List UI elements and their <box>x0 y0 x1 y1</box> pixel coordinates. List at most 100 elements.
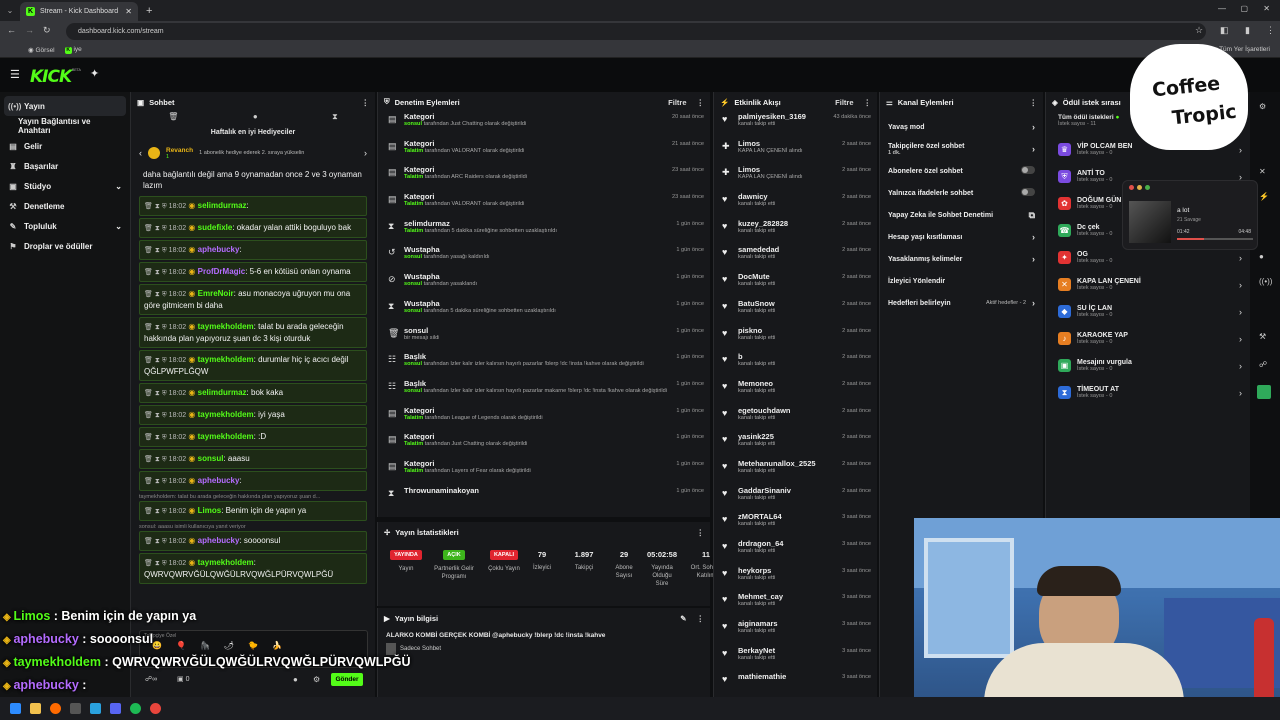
channel-action-row[interactable]: Hesap yaşı kısıtlaması › <box>880 226 1043 248</box>
chevron-right-icon[interactable]: › <box>1032 122 1035 132</box>
moderation-row[interactable]: ☷ Başlık sonsul tarafından İzler kalır izl… <box>378 352 710 379</box>
pin-icon[interactable]: ✦ <box>90 67 99 80</box>
activity-row[interactable]: ♥ aiginamars kanalı takip etti 3 saat önce <box>714 619 877 646</box>
mod-actions-icon[interactable]: 🗑 ⧗ ⛨ <box>144 390 169 397</box>
tab-menu-icon[interactable]: ⌄ <box>0 6 20 15</box>
filter-button[interactable]: Filtre <box>835 98 853 107</box>
message-username[interactable]: taymekholdem <box>198 410 254 419</box>
moderation-row[interactable]: ⧗ Wustapha sonsul tarafından 5 dakika süre… <box>378 299 710 326</box>
mod-actions-icon[interactable]: 🗑 ⧗ ⛨ <box>144 538 169 545</box>
sidebar-item-studyo[interactable]: ▣ Stüdyo ⌄ <box>0 176 130 196</box>
activity-row[interactable]: ♥ zMORTAL64 kanalı takip etti 3 saat önce <box>714 512 877 539</box>
message-username[interactable]: sudefixle <box>198 223 233 232</box>
chevron-right-icon[interactable]: › <box>1239 145 1242 155</box>
moderation-row[interactable]: ▤ Kategori Talatim tarafından League of Le… <box>378 406 710 433</box>
activity-row[interactable]: ♥ samededad kanalı takip etti 2 saat önce <box>714 245 877 272</box>
moderation-row[interactable]: ⧗ Throwunaminakoyan 1 gün önce <box>378 486 710 513</box>
mod-actions-icon[interactable]: 🗑 ⧗ ⛨ <box>144 456 169 463</box>
bookmark-item-gorsel[interactable]: ◉ Görsel <box>28 46 55 54</box>
new-tab-icon[interactable]: + <box>146 5 152 17</box>
moderation-row[interactable]: ▤ Kategori Talatim tarafından VALORANT ola… <box>378 192 710 219</box>
activity-row[interactable]: ♥ yasink225 kanalı takip etti 2 saat önce <box>714 432 877 459</box>
mod-actions-icon[interactable]: 🗑 ⧗ ⛨ <box>144 269 169 276</box>
moderation-row[interactable]: ↺ Wustapha sonsul tarafından yasağı kaldır… <box>378 245 710 272</box>
bookmark-item-iye[interactable]: K iye <box>64 46 82 54</box>
channel-action-row[interactable]: Yalnızca ifadelerle sohbet <box>880 182 1043 204</box>
chevron-right-icon[interactable]: › <box>1239 388 1242 398</box>
chevron-right-icon[interactable]: › <box>1239 334 1242 344</box>
back-icon[interactable]: ← <box>7 25 16 35</box>
chevron-left-icon[interactable]: ‹ <box>139 148 142 158</box>
mod-actions-icon[interactable]: 🗑 ⧗ ⛨ <box>144 478 169 485</box>
sidebar-item-denetleme[interactable]: ⚒ Denetleme <box>0 196 130 216</box>
chevron-right-icon[interactable]: › <box>1032 232 1035 242</box>
channel-action-row[interactable]: Hedefleri belirleyin Aktif hedefler - 2 › <box>880 292 1043 314</box>
message-username[interactable]: ProfDrMagic <box>198 267 246 276</box>
chat-message[interactable]: daha bağlantılı değil ama 9 oynamadan on… <box>139 166 367 194</box>
chevron-right-icon[interactable]: › <box>1239 253 1242 263</box>
channel-action-row[interactable]: Abonelere özel sohbet <box>880 160 1043 182</box>
browser-tab[interactable]: K Stream - Kick Dashboard ✕ <box>20 2 138 21</box>
mod-actions-icon[interactable]: 🗑 ⧗ ⛨ <box>144 508 169 515</box>
activity-row[interactable]: ♥ Memoneo kanalı takip etti 2 saat önce <box>714 379 877 406</box>
message-username[interactable]: aphebucky <box>198 476 240 485</box>
activity-row[interactable]: ♥ DocMute kanalı takip etti 2 saat önce <box>714 272 877 299</box>
message-username[interactable]: Limos <box>198 506 222 515</box>
activity-row[interactable]: ✚ Limos KAPA LAN ÇENENİ alındı 2 saat önce <box>714 165 877 192</box>
sidebar-item-basarilar[interactable]: ♜ Başarılar <box>0 156 130 176</box>
track-progress-bar[interactable] <box>1177 238 1253 240</box>
chat-bubble-icon[interactable]: ● <box>253 112 258 126</box>
moderation-row[interactable]: ▤ Kategori Talatim tarafından ARC Raiders … <box>378 165 710 192</box>
toggle-switch[interactable] <box>1021 166 1035 176</box>
activity-row[interactable]: ♥ b kanalı takip etti 2 saat önce <box>714 352 877 379</box>
mod-actions-icon[interactable]: 🗑 ⧗ ⛨ <box>144 560 169 567</box>
mod-actions-icon[interactable]: 🗑 ⧗ ⛨ <box>144 412 169 419</box>
bookmark-star-icon[interactable]: ☆ <box>1195 25 1203 36</box>
activity-row[interactable]: ♥ GaddarSinaniv kanalı takip etti 2 saat ön… <box>714 486 877 513</box>
rail-bolt-icon[interactable]: ⚡ <box>1259 192 1269 201</box>
toggle-switch[interactable] <box>1021 188 1035 198</box>
mod-actions-icon[interactable]: 🗑 ⧗ ⛨ <box>144 203 169 210</box>
reward-row[interactable]: ◆ SU İÇ LAN İstek sayısı - 0 › <box>1046 298 1250 325</box>
message-username[interactable]: aphebucky <box>198 245 240 254</box>
more-icon[interactable]: ⋮ <box>864 98 872 107</box>
rail-close-icon[interactable]: ✕ <box>1259 167 1266 176</box>
message-username[interactable]: sonsul <box>198 454 224 463</box>
edit-icon[interactable]: ✎ <box>680 614 686 623</box>
message-username[interactable]: selimdurmaz <box>198 201 247 210</box>
mod-actions-icon[interactable]: 🗑 ⧗ ⛨ <box>144 357 169 364</box>
rail-radio-icon[interactable]: ((•)) <box>1259 277 1272 286</box>
activity-row[interactable]: ♥ mathiemathie 3 saat önce <box>714 672 877 699</box>
rail-users-icon[interactable]: ☍ <box>1259 360 1267 369</box>
trash-icon[interactable]: 🗑 <box>168 112 178 126</box>
spotify-icon[interactable] <box>130 703 141 714</box>
chat-message[interactable]: 🗑 ⧗ ⛨ 18:02 ◉ aphebucky: <box>139 471 367 491</box>
firefox-icon[interactable] <box>50 703 61 714</box>
profile-icon[interactable]: ▮ <box>1245 25 1250 36</box>
mod-actions-icon[interactable]: 🗑 ⧗ ⛨ <box>144 434 169 441</box>
chat-message[interactable]: 🗑 ⧗ ⛨ 18:02 ◉ selimdurmaz: <box>139 196 367 216</box>
maximize-icon[interactable]: ▢ <box>1240 4 1248 13</box>
forward-icon[interactable]: → <box>25 25 34 35</box>
sidebar-item-topluluk[interactable]: ✎ Topluluk ⌄ <box>0 216 130 236</box>
more-icon[interactable]: ⋮ <box>697 614 705 623</box>
sidebar-item-droplar[interactable]: ⚑ Droplar ve ödüller <box>0 236 130 256</box>
activity-row[interactable]: ♥ Metehanunallox_2525 kanalı takip etti 2 s… <box>714 459 877 486</box>
rail-green-icon[interactable] <box>1257 385 1271 399</box>
activity-row[interactable]: ♥ dawnicy kanalı takip etti 2 saat önce <box>714 192 877 219</box>
channel-action-row[interactable]: Yapay Zeka ile Sohbet Denetimi ⧉ <box>880 204 1043 226</box>
moderation-row[interactable]: ▤ Kategori Talatim tarafından Just Chattin… <box>378 432 710 459</box>
moderation-row[interactable]: ▤ Kategori Talatim tarafından Layers of Fe… <box>378 459 710 486</box>
sidebar-item-gelir[interactable]: ▤ Gelir <box>0 136 130 156</box>
tab-close-icon[interactable]: ✕ <box>125 7 132 16</box>
sidebar-item-yayin[interactable]: ((•)) Yayın <box>4 96 126 116</box>
reward-row[interactable]: ✕ KAPA LAN ÇENENİ İstek sayısı - 0 › <box>1046 271 1250 298</box>
windows-start-icon[interactable] <box>10 703 21 714</box>
moderation-row[interactable]: 🗑 sonsul bir mesajı sildi 1 gün önce <box>378 326 710 353</box>
moderation-row[interactable]: ⊘ Wustapha sonsul tarafından yasaklandı 1 g… <box>378 272 710 299</box>
all-bookmarks[interactable]: Tüm Yer İşaretleri <box>1219 46 1270 53</box>
reload-icon[interactable]: ↻ <box>43 25 51 36</box>
message-username[interactable]: aphebucky <box>198 536 240 545</box>
activity-row[interactable]: ✚ Limos KAPA LAN ÇENENİ alındı 2 saat önce <box>714 139 877 166</box>
chevron-right-icon[interactable]: › <box>1239 280 1242 290</box>
